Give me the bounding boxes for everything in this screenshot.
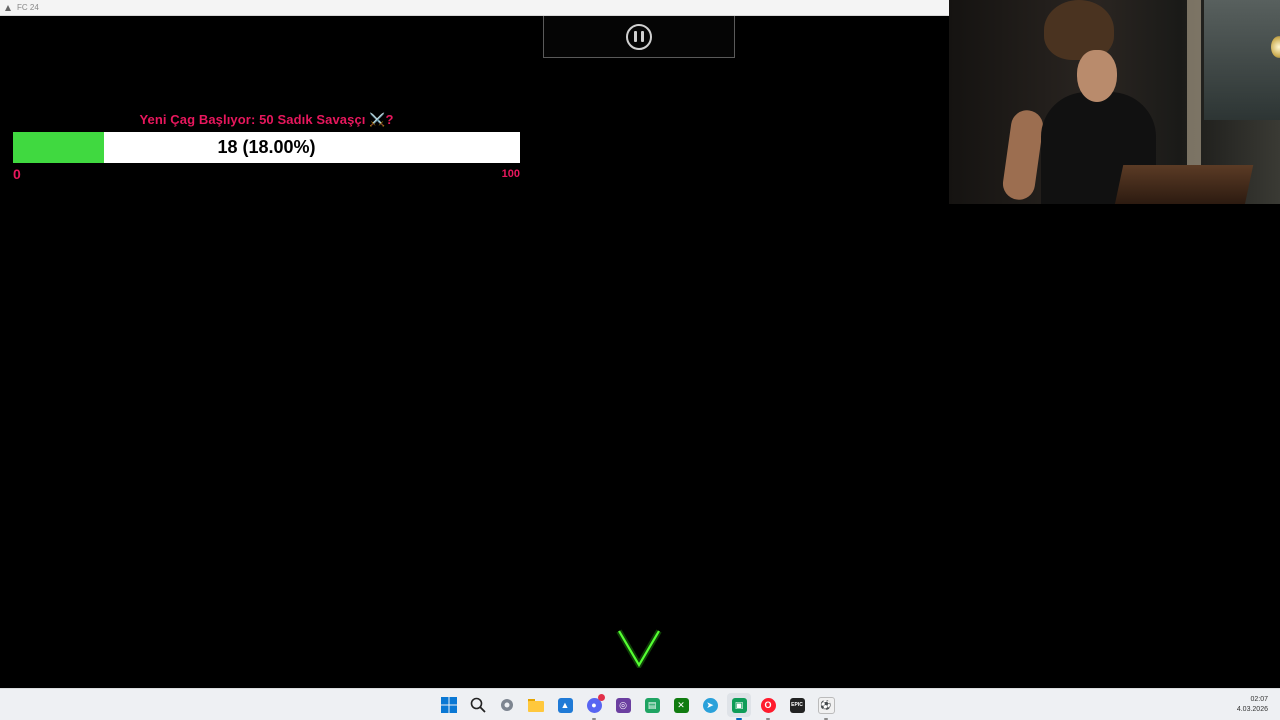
screen: FC 24 Yeni Çag Başlıyor: 50 Sadık Savaşç…	[0, 0, 1280, 720]
epic-games-icon: EPIC	[789, 697, 805, 713]
pause-icon-bar-left	[634, 31, 637, 42]
chat-app-icon: ▣	[731, 697, 747, 713]
obs-icon: ◎	[615, 697, 631, 713]
windows-start-icon	[441, 697, 457, 713]
photos-button[interactable]: ▲	[553, 693, 577, 717]
goal-progress-text: 18 (18.00%)	[217, 137, 316, 157]
clock-time: 02:07	[1250, 696, 1268, 703]
pause-panel	[543, 16, 735, 58]
webcam-person-head	[1077, 50, 1117, 102]
sheets-icon: ▤	[644, 697, 660, 713]
ea-app-button[interactable]: ⚽	[814, 693, 838, 720]
webcam-person-arm	[1000, 108, 1046, 202]
webcam-lamp	[1271, 36, 1280, 58]
telegram-button[interactable]: ➤	[698, 693, 722, 717]
webcam-background-window	[1204, 0, 1280, 120]
taskbar: ▲ ● ◎ ▤ ✕ ➤ ▣ O EPIC ⚽ 02:07 4.03.2026	[0, 688, 1280, 720]
taskbar-icons: ▲ ● ◎ ▤ ✕ ➤ ▣ O EPIC ⚽	[437, 689, 838, 720]
chevron-down-icon	[616, 629, 662, 668]
system-clock[interactable]: 02:07 4.03.2026	[1237, 695, 1268, 715]
pause-button[interactable]	[626, 23, 652, 50]
xbox-icon: ✕	[673, 697, 689, 713]
opera-button[interactable]: O	[756, 693, 780, 720]
app-icon	[3, 3, 13, 13]
discord-button[interactable]: ●	[582, 693, 606, 720]
file-explorer-button[interactable]	[524, 693, 548, 717]
goal-title: Yeni Çag Başlıyor: 50 Sadık Savaşçı ⚔️?	[139, 112, 394, 127]
pause-icon-bar-right	[641, 31, 644, 42]
ea-app-icon: ⚽	[817, 696, 835, 714]
windows-start-button[interactable]	[437, 693, 461, 717]
notification-badge	[598, 694, 605, 701]
search-icon	[470, 697, 486, 713]
epic-games-button[interactable]: EPIC	[785, 693, 809, 717]
goal-min-label: 0	[13, 166, 21, 182]
webcam-table	[1114, 165, 1254, 204]
file-explorer-icon	[528, 699, 544, 712]
chat-app-button[interactable]: ▣	[727, 693, 751, 720]
settings-icon	[501, 699, 513, 711]
sheets-button[interactable]: ▤	[640, 693, 664, 717]
telegram-icon: ➤	[702, 697, 718, 713]
goal-max-label: 100	[501, 168, 520, 180]
opera-icon: O	[760, 697, 776, 713]
obs-button[interactable]: ◎	[611, 693, 635, 717]
window-title: FC 24	[17, 3, 39, 12]
window-titlebar[interactable]: FC 24	[0, 0, 949, 16]
xbox-button[interactable]: ✕	[669, 693, 693, 717]
search-button[interactable]	[466, 693, 490, 717]
clock-date: 4.03.2026	[1236, 706, 1268, 713]
photos-icon: ▲	[557, 697, 573, 713]
webcam-feed	[949, 0, 1280, 204]
goal-progress-bar: 18 (18.00%)	[13, 132, 520, 163]
settings-button[interactable]	[495, 693, 519, 717]
